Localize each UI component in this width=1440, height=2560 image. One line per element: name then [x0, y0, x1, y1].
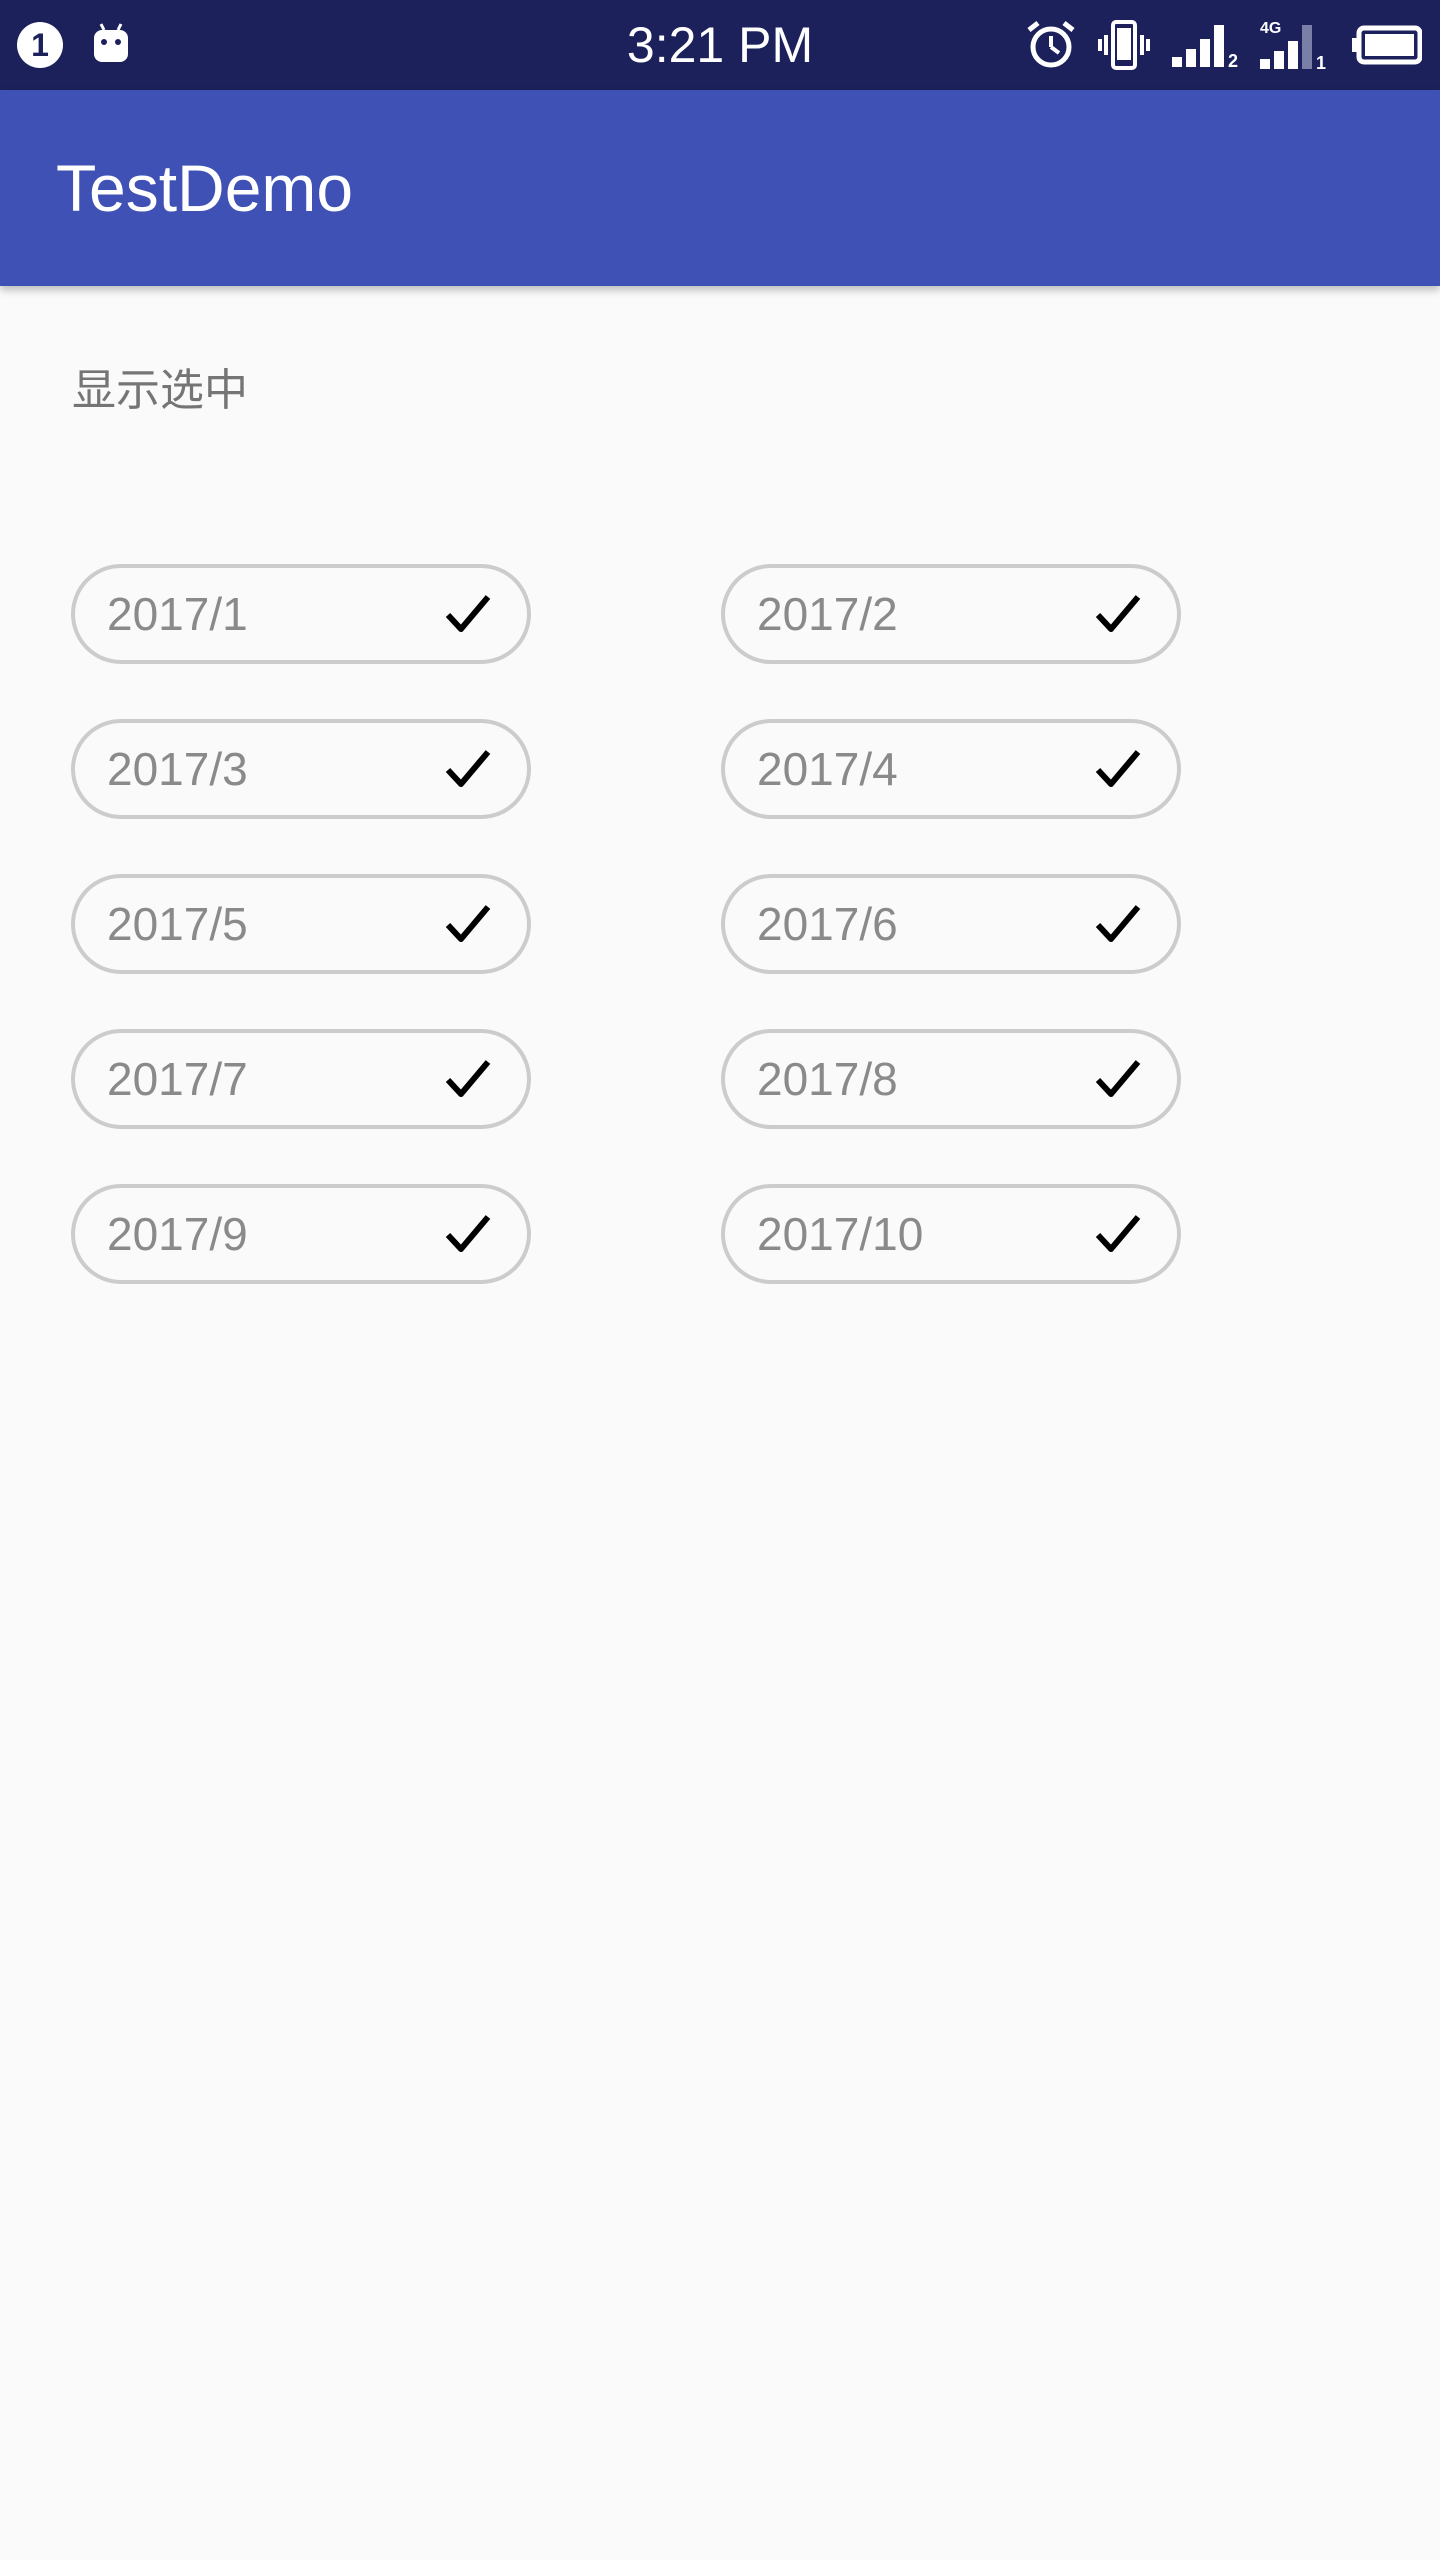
- check-icon: [445, 750, 491, 787]
- network-label: 4G: [1260, 20, 1281, 37]
- check-icon: [1095, 750, 1141, 787]
- month-chip-2017-5[interactable]: 2017/5: [71, 874, 531, 974]
- sim2-label: 2: [1228, 51, 1238, 69]
- status-bar: 1 3:21 PM 2 4G 1: [0, 0, 1440, 90]
- month-chip-2017-3[interactable]: 2017/3: [71, 719, 531, 819]
- chip-label: 2017/2: [757, 588, 898, 640]
- sim1-label: 1: [1316, 53, 1326, 71]
- check-icon: [445, 595, 491, 632]
- alarm-icon: [1027, 21, 1075, 68]
- app-title: TestDemo: [56, 151, 354, 225]
- signal-icon: 2: [1172, 25, 1238, 69]
- month-chip-2017-4[interactable]: 2017/4: [721, 719, 1181, 819]
- check-icon: [1095, 595, 1141, 632]
- month-chip-2017-2[interactable]: 2017/2: [721, 564, 1181, 664]
- check-icon: [1095, 1215, 1141, 1252]
- signal-4g-icon: 4G 1: [1260, 20, 1326, 71]
- battery-icon: [1352, 25, 1422, 65]
- show-selected-button[interactable]: 显示选中: [72, 356, 248, 426]
- check-icon: [1095, 1060, 1141, 1097]
- month-chip-2017-7[interactable]: 2017/7: [71, 1029, 531, 1129]
- check-icon: [445, 1215, 491, 1252]
- month-chip-2017-9[interactable]: 2017/9: [71, 1184, 531, 1284]
- check-icon: [445, 1060, 491, 1097]
- month-chip-2017-10[interactable]: 2017/10: [721, 1184, 1181, 1284]
- app-bar: TestDemo: [0, 90, 1440, 286]
- chip-label: 2017/3: [107, 743, 248, 795]
- month-chip-2017-6[interactable]: 2017/6: [721, 874, 1181, 974]
- check-icon: [1095, 905, 1141, 942]
- month-chip-2017-8[interactable]: 2017/8: [721, 1029, 1181, 1129]
- chip-label: 2017/9: [107, 1208, 248, 1260]
- chip-label: 2017/1: [107, 588, 248, 640]
- chip-label: 2017/7: [107, 1053, 248, 1105]
- chip-label: 2017/6: [757, 898, 898, 950]
- chip-grid: 2017/1 2017/2 2017/3 2017/4 2017/5 2017/…: [71, 564, 1181, 1284]
- chip-label: 2017/10: [757, 1208, 924, 1260]
- vibrate-icon: [1098, 20, 1150, 70]
- check-icon: [445, 905, 491, 942]
- month-chip-2017-1[interactable]: 2017/1: [71, 564, 531, 664]
- chip-label: 2017/5: [107, 898, 248, 950]
- chip-label: 2017/8: [757, 1053, 898, 1105]
- status-icons: 2 4G 1: [1026, 18, 1422, 72]
- chip-label: 2017/4: [757, 743, 898, 795]
